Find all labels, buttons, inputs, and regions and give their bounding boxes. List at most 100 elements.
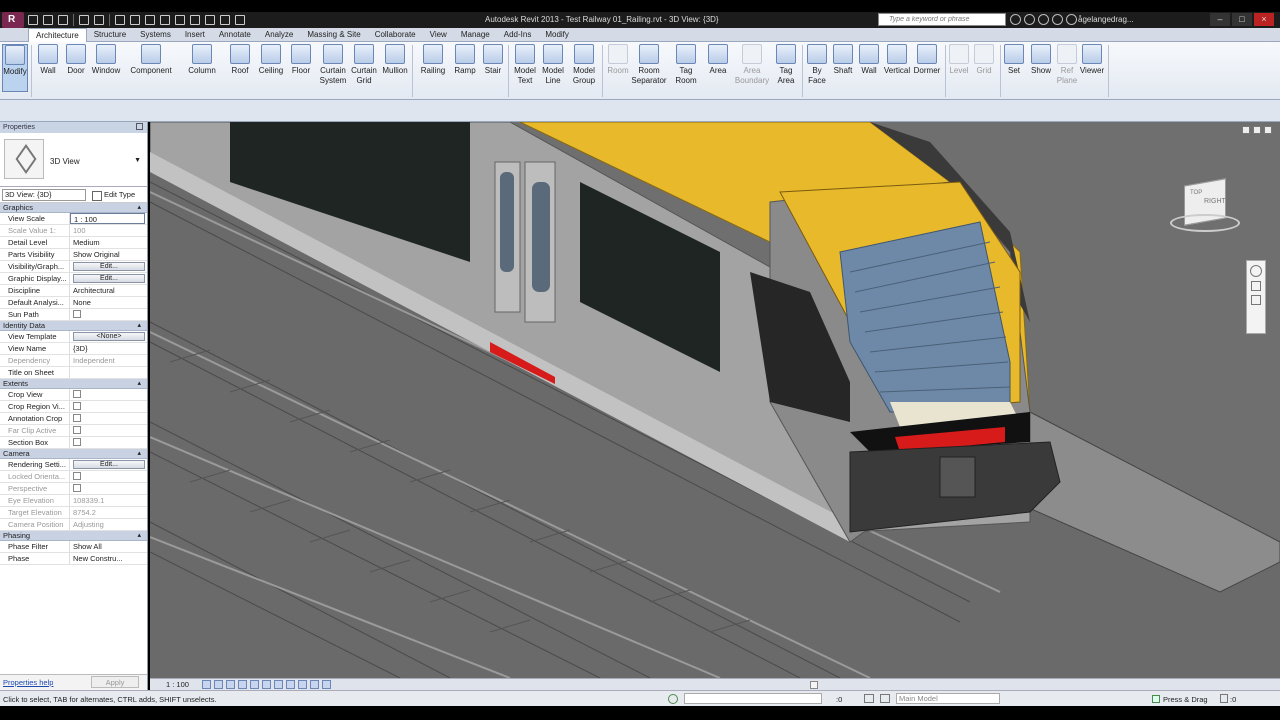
view-instance-select[interactable]: 3D View: {3D} bbox=[2, 189, 86, 201]
3d-viewport[interactable]: TOP RIGHT bbox=[150, 122, 1280, 678]
tab-collaborate[interactable]: Collaborate bbox=[368, 28, 423, 42]
curtain-system-button[interactable]: Curtain System bbox=[317, 44, 349, 86]
section-camera[interactable]: Camera bbox=[0, 449, 147, 459]
minimize-button[interactable]: – bbox=[1210, 13, 1230, 26]
infocenter-search[interactable] bbox=[878, 13, 1006, 26]
save-icon[interactable] bbox=[43, 15, 53, 25]
view-template-button[interactable]: <None> bbox=[73, 332, 145, 341]
model-text-button[interactable]: Model Text bbox=[512, 44, 538, 86]
viewcube[interactable]: TOP RIGHT bbox=[1170, 178, 1240, 238]
tab-analyze[interactable]: Analyze bbox=[258, 28, 300, 42]
stair-button[interactable]: Stair bbox=[481, 44, 505, 76]
wall-opening-button[interactable]: Wall bbox=[858, 44, 880, 76]
filter-icon[interactable] bbox=[1220, 694, 1228, 703]
annotation-crop-checkbox[interactable] bbox=[73, 414, 81, 422]
redo-icon[interactable] bbox=[94, 15, 104, 25]
horizontal-scrollbar[interactable] bbox=[810, 681, 818, 689]
tab-systems[interactable]: Systems bbox=[133, 28, 178, 42]
design-option-select[interactable]: Main Model bbox=[896, 693, 1000, 704]
tab-massing-site[interactable]: Massing & Site bbox=[300, 28, 367, 42]
steering-wheel-icon[interactable] bbox=[1250, 265, 1262, 277]
section-box-checkbox[interactable] bbox=[73, 438, 81, 446]
visual-style-icon[interactable] bbox=[214, 680, 223, 689]
room-separator-button[interactable]: Room Separator bbox=[630, 44, 668, 86]
measure-icon[interactable] bbox=[115, 15, 125, 25]
apply-button[interactable]: Apply bbox=[91, 676, 139, 688]
restore-view-icon[interactable] bbox=[1253, 126, 1261, 134]
communication-icon[interactable] bbox=[1038, 14, 1049, 25]
search-input[interactable] bbox=[879, 14, 999, 25]
tab-add-ins[interactable]: Add-Ins bbox=[497, 28, 539, 42]
subscription-icon[interactable] bbox=[1024, 14, 1035, 25]
sun-path-icon[interactable] bbox=[226, 680, 235, 689]
orbit-icon[interactable] bbox=[1251, 295, 1261, 305]
area-button[interactable]: Area bbox=[705, 44, 731, 76]
door-button[interactable]: Door bbox=[64, 44, 88, 76]
close-hidden-windows-icon[interactable] bbox=[220, 15, 230, 25]
switch-windows-icon[interactable] bbox=[235, 15, 245, 25]
reveal-hidden-icon[interactable] bbox=[310, 680, 319, 689]
viewer-button[interactable]: Viewer bbox=[1078, 44, 1106, 76]
tab-manage[interactable]: Manage bbox=[454, 28, 497, 42]
shadows-icon[interactable] bbox=[238, 680, 247, 689]
crop-view-checkbox[interactable] bbox=[73, 390, 81, 398]
analysis-display-icon[interactable] bbox=[322, 680, 331, 689]
thin-lines-icon[interactable] bbox=[205, 15, 215, 25]
mullion-button[interactable]: Mullion bbox=[380, 44, 410, 76]
show-crop-region-icon[interactable] bbox=[274, 680, 283, 689]
press-drag-checkbox[interactable] bbox=[1152, 695, 1160, 703]
viewcube-compass-ring[interactable] bbox=[1170, 214, 1240, 232]
component-button[interactable]: Component bbox=[128, 44, 174, 76]
aligned-dimension-icon[interactable] bbox=[130, 15, 140, 25]
detail-level-icon[interactable] bbox=[202, 680, 211, 689]
temporary-hide-icon[interactable] bbox=[298, 680, 307, 689]
shaft-button[interactable]: Shaft bbox=[830, 44, 856, 76]
tag-room-button[interactable]: Tag Room bbox=[672, 44, 700, 86]
dormer-button[interactable]: Dormer bbox=[912, 44, 942, 76]
rendering-settings-edit-button[interactable]: Edit... bbox=[73, 460, 145, 469]
set-workplane-button[interactable]: Set bbox=[1003, 44, 1025, 76]
tab-annotate[interactable]: Annotate bbox=[212, 28, 258, 42]
show-workplane-button[interactable]: Show bbox=[1028, 44, 1054, 76]
text-icon[interactable] bbox=[160, 15, 170, 25]
tag-area-button[interactable]: Tag Area bbox=[774, 44, 798, 86]
user-name[interactable]: ågelangedrag... bbox=[1078, 15, 1134, 24]
room-button[interactable]: Room bbox=[606, 44, 630, 76]
column-button[interactable]: Column bbox=[186, 44, 218, 76]
lock-3d-view-icon[interactable] bbox=[286, 680, 295, 689]
railing-button[interactable]: Railing bbox=[418, 44, 448, 76]
section-extents[interactable]: Extents bbox=[0, 379, 147, 389]
section-phasing[interactable]: Phasing bbox=[0, 531, 147, 541]
view-scale-label[interactable]: 1 : 100 bbox=[166, 680, 189, 689]
open-icon[interactable] bbox=[28, 15, 38, 25]
curtain-grid-button[interactable]: Curtain Grid bbox=[349, 44, 379, 86]
binoculars-icon[interactable] bbox=[1010, 14, 1021, 25]
tag-icon[interactable] bbox=[145, 15, 155, 25]
graphic-display-edit-button[interactable]: Edit... bbox=[73, 274, 145, 283]
user-icon[interactable] bbox=[1066, 14, 1077, 25]
star-icon[interactable] bbox=[1052, 14, 1063, 25]
tab-view[interactable]: View bbox=[423, 28, 454, 42]
editable-only-icon[interactable] bbox=[864, 694, 874, 703]
sync-icon[interactable] bbox=[58, 15, 68, 25]
model-group-button[interactable]: Model Group bbox=[570, 44, 598, 86]
by-face-button[interactable]: By Face bbox=[806, 44, 828, 86]
ceiling-button[interactable]: Ceiling bbox=[256, 44, 286, 76]
design-options-icon[interactable] bbox=[880, 694, 890, 703]
edit-type-button[interactable]: Edit Type bbox=[90, 189, 135, 201]
level-button[interactable]: Level bbox=[948, 44, 970, 76]
roof-button[interactable]: Roof bbox=[228, 44, 252, 76]
window-button[interactable]: Window bbox=[90, 44, 122, 76]
properties-help-link[interactable]: Properties help bbox=[3, 678, 53, 687]
section-icon[interactable] bbox=[190, 15, 200, 25]
grid-button[interactable]: Grid bbox=[973, 44, 995, 76]
maximize-button[interactable]: □ bbox=[1232, 13, 1252, 26]
crop-view-icon[interactable] bbox=[262, 680, 271, 689]
close-icon[interactable] bbox=[136, 123, 143, 130]
wall-button[interactable]: Wall bbox=[36, 44, 60, 76]
view-scale-field[interactable]: 1 : 100 bbox=[70, 213, 145, 224]
tab-modify[interactable]: Modify bbox=[538, 28, 576, 42]
vg-edit-button[interactable]: Edit... bbox=[73, 262, 145, 271]
ramp-button[interactable]: Ramp bbox=[452, 44, 478, 76]
section-graphics[interactable]: Graphics bbox=[0, 203, 147, 213]
